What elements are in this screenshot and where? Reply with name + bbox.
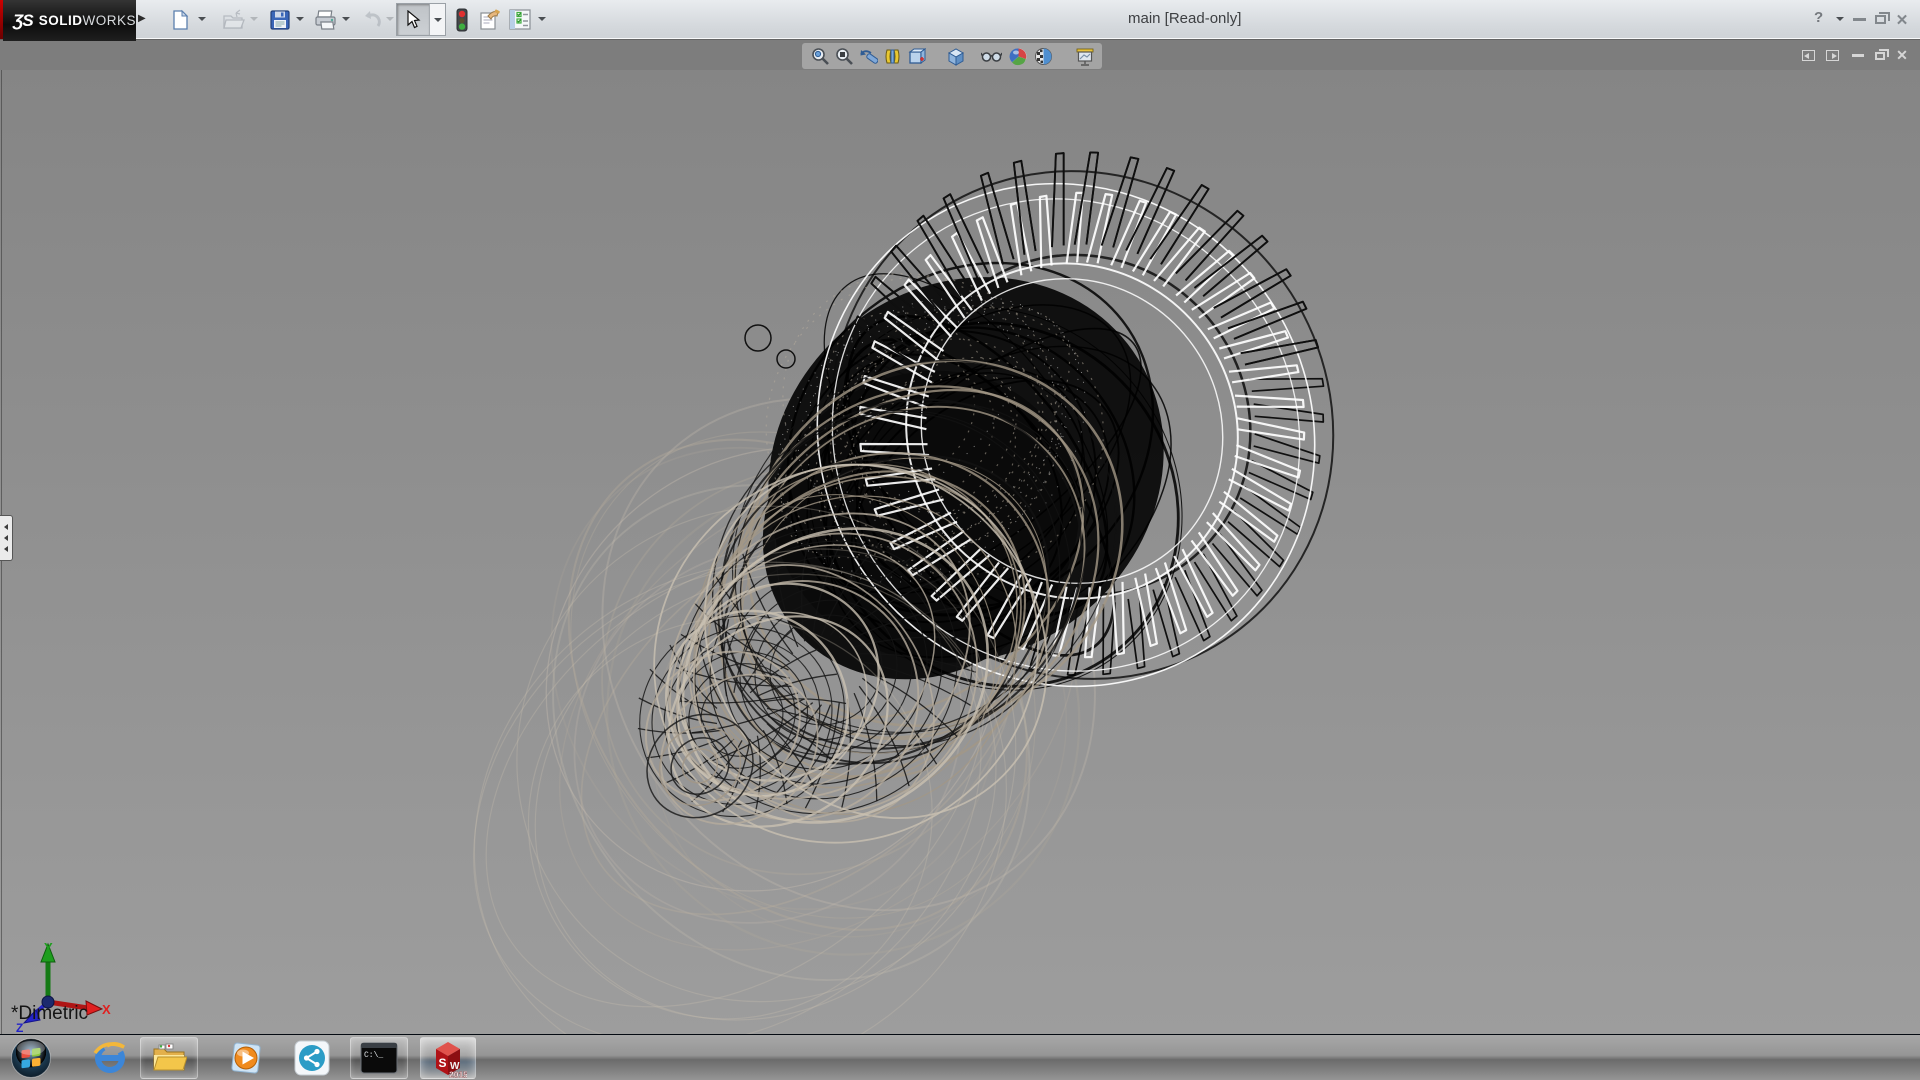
window-title: main [Read-only] — [1128, 10, 1241, 27]
previous-view-button[interactable] — [858, 46, 879, 67]
section-view-button[interactable] — [882, 46, 903, 67]
restore-icon — [1875, 15, 1886, 24]
hide-show-items-button[interactable] — [981, 46, 1002, 67]
headsup-view-toolbar — [802, 43, 1102, 69]
print-icon — [314, 9, 337, 31]
file-properties-icon — [478, 8, 502, 31]
taskbar-item-solidworks[interactable]: S W 2015 — [420, 1037, 476, 1079]
options-dropdown[interactable] — [538, 17, 546, 21]
zoom-to-fit-button[interactable] — [810, 46, 831, 67]
triad-x-label: X — [102, 1002, 111, 1017]
engine-model — [0, 70, 1920, 1034]
help-button[interactable]: ? — [1814, 9, 1823, 26]
select-tool-button[interactable] — [396, 3, 446, 36]
view-orientation-button[interactable] — [906, 46, 927, 67]
print-button[interactable] — [312, 6, 339, 33]
document-window-bar: ✕ — [0, 39, 1920, 70]
apply-scene-icon — [1034, 47, 1053, 66]
undo-dropdown[interactable] — [386, 17, 394, 21]
undo-button[interactable] — [358, 6, 385, 33]
doc-restore-icon — [1875, 52, 1885, 60]
close-icon: ✕ — [1896, 11, 1909, 29]
file-properties-button[interactable] — [476, 6, 503, 33]
minimize-button[interactable] — [1849, 0, 1869, 39]
command-prompt-icon: C:\_ — [360, 1042, 398, 1074]
start-button[interactable] — [8, 1037, 54, 1079]
new-document-icon — [169, 9, 191, 31]
solidworks-logo: ƷS SOLIDWORKS — [3, 0, 136, 41]
solidworks-logo-light: WORKS — [83, 13, 137, 28]
solidworks-logo-glyph: ƷS — [13, 11, 33, 31]
taskbar-item-file-explorer[interactable] — [140, 1037, 198, 1079]
doc-pane-right-button[interactable] — [1822, 40, 1842, 71]
collapse-left-pane-icon — [1802, 50, 1815, 61]
new-document-dropdown[interactable] — [198, 17, 206, 21]
print-dropdown[interactable] — [342, 17, 350, 21]
minimize-icon — [1853, 18, 1866, 21]
zoom-to-fit-icon — [811, 47, 830, 66]
open-folder-icon — [222, 9, 245, 31]
select-cursor-icon — [405, 10, 421, 30]
display-style-button[interactable] — [945, 46, 966, 67]
doc-restore-button[interactable] — [1870, 40, 1890, 71]
apply-scene-button[interactable] — [1033, 46, 1054, 67]
share-app-icon — [294, 1040, 330, 1076]
taskbar-item-media-player[interactable] — [222, 1037, 270, 1079]
close-button[interactable]: ✕ — [1892, 0, 1912, 39]
rebuild-button[interactable] — [448, 6, 475, 33]
open-dropdown[interactable] — [250, 17, 258, 21]
undo-icon — [361, 9, 383, 31]
taskbar-item-internet-explorer[interactable] — [86, 1037, 134, 1079]
collapse-right-pane-icon — [1826, 50, 1839, 61]
folder-icon — [151, 1043, 187, 1073]
zoom-to-area-button[interactable] — [834, 46, 855, 67]
taskbar-item-share-app[interactable] — [288, 1037, 336, 1079]
doc-close-button[interactable]: ✕ — [1892, 40, 1912, 71]
doc-close-icon: ✕ — [1896, 47, 1908, 64]
previous-view-icon — [859, 47, 878, 66]
select-dropdown[interactable] — [430, 4, 445, 35]
desktop: ƷS SOLIDWORKS ▶ — [0, 0, 1920, 1080]
edit-appearance-button[interactable] — [1008, 46, 1029, 67]
select-tool-pressed[interactable] — [397, 4, 430, 35]
display-style-icon — [946, 47, 966, 67]
doc-pane-left-button[interactable] — [1798, 40, 1818, 71]
view-settings-button[interactable] — [1074, 46, 1095, 67]
windows-start-icon — [10, 1037, 52, 1079]
help-dropdown[interactable] — [1836, 17, 1844, 21]
edit-appearance-icon — [1009, 47, 1028, 66]
open-button[interactable] — [220, 6, 247, 33]
view-orientation-label: *Dimetric — [11, 1003, 88, 1025]
taskbar: C:\_ S W 2015 — [0, 1034, 1920, 1080]
menu-expand-arrow[interactable]: ▶ — [138, 13, 146, 24]
taskbar-item-command-prompt[interactable]: C:\_ — [350, 1037, 408, 1079]
internet-explorer-icon — [91, 1039, 129, 1077]
save-button[interactable] — [266, 6, 293, 33]
title-bar: ƷS SOLIDWORKS ▶ — [0, 0, 1920, 39]
solidworks-icon-s: S — [439, 1056, 447, 1070]
save-floppy-icon — [269, 9, 291, 31]
solidworks-app-icon: S W 2015 — [429, 1038, 467, 1078]
feature-panel-collapse-tab[interactable] — [0, 515, 13, 561]
triad-y-label: Y — [44, 940, 53, 955]
media-player-icon — [227, 1039, 265, 1077]
section-view-icon — [883, 47, 902, 66]
graphics-viewport[interactable]: Y X Z *Dimetric — [0, 70, 1920, 1034]
view-settings-icon — [1075, 48, 1095, 66]
new-document-button[interactable] — [166, 6, 193, 33]
restore-button[interactable] — [1870, 0, 1890, 39]
eyeglasses-icon — [981, 49, 1002, 64]
save-dropdown[interactable] — [296, 17, 304, 21]
solidworks-icon-year: 2015 — [449, 1070, 467, 1079]
traffic-light-icon — [455, 8, 469, 32]
options-icon — [508, 8, 532, 31]
doc-minimize-icon — [1852, 54, 1864, 57]
view-orientation-icon — [907, 47, 926, 66]
options-button[interactable] — [506, 6, 533, 33]
zoom-to-area-icon — [835, 47, 854, 66]
solidworks-logo-bold: SOLID — [39, 13, 83, 28]
command-prompt-text: C:\_ — [364, 1051, 383, 1060]
doc-minimize-button[interactable] — [1848, 40, 1868, 71]
